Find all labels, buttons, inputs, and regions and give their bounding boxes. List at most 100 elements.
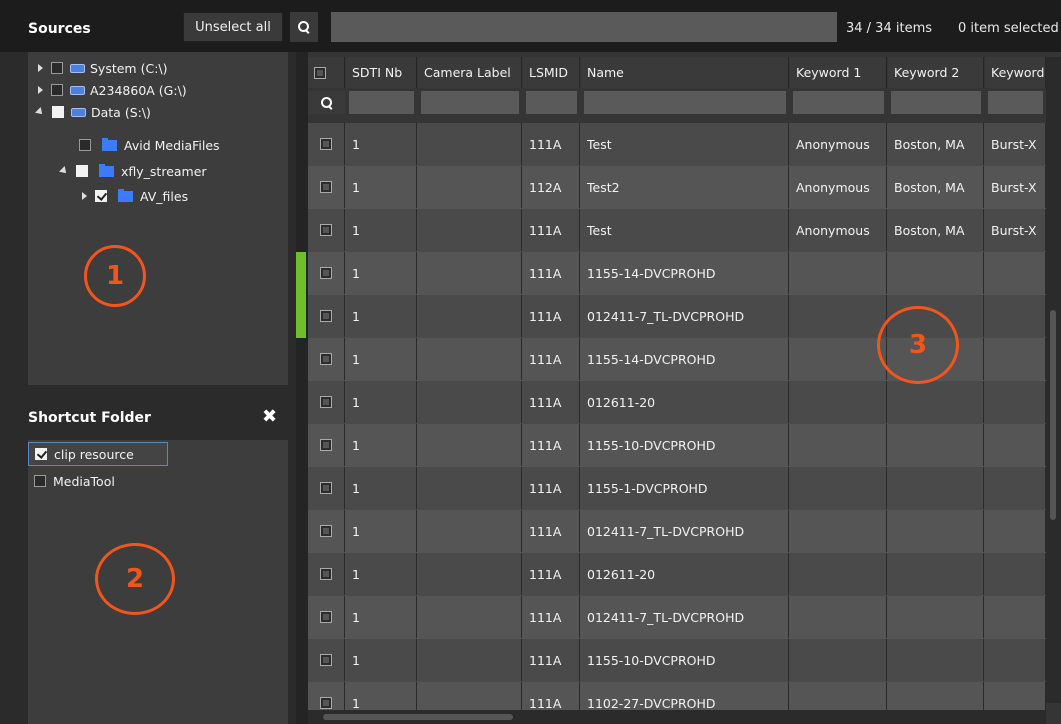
row-checkbox[interactable] (320, 138, 332, 150)
cell-keyword-1 (790, 596, 887, 638)
table-row[interactable]: 1 111A 012411-7_TL-DVCPROHD (308, 596, 1046, 639)
cell-sdti-nb: 1 (346, 510, 417, 552)
row-checkbox[interactable] (320, 353, 332, 365)
expand-arrow-icon[interactable] (82, 192, 87, 200)
close-icon[interactable]: ✖ (262, 406, 277, 427)
tree-item-label: A234860A (G:\) (90, 82, 187, 98)
row-checkbox[interactable] (320, 310, 332, 322)
row-checkbox-cell[interactable] (308, 596, 345, 638)
tree-item-a234860a[interactable]: A234860A (G:\) (38, 80, 187, 100)
filter-keyword-1[interactable] (793, 91, 884, 114)
row-checkbox-cell[interactable] (308, 166, 345, 208)
row-checkbox[interactable] (320, 611, 332, 623)
cell-keyword-2 (888, 553, 984, 595)
column-header-keyword-3[interactable]: Keyword (985, 57, 1046, 88)
column-header-sdti-nb[interactable]: SDTI Nb (346, 57, 417, 88)
row-checkbox-cell[interactable] (308, 338, 345, 380)
tree-checkbox[interactable] (52, 106, 64, 118)
row-checkbox-cell[interactable] (308, 424, 345, 466)
cell-keyword-1 (790, 553, 887, 595)
row-checkbox[interactable] (320, 224, 332, 236)
tree-item-avid-mediafiles[interactable]: Avid MediaFiles (79, 135, 220, 155)
row-checkbox[interactable] (320, 267, 332, 279)
filter-name[interactable] (584, 91, 786, 114)
column-header-keyword-2[interactable]: Keyword 2 (888, 57, 984, 88)
collapse-arrow-icon[interactable] (59, 166, 69, 176)
row-checkbox-cell[interactable] (308, 381, 345, 423)
table-row[interactable]: 1 111A Test Anonymous Boston, MA Burst-X (308, 209, 1046, 252)
expand-arrow-icon[interactable] (38, 86, 43, 94)
sources-title: Sources (28, 21, 91, 37)
column-header-keyword-1[interactable]: Keyword 1 (790, 57, 887, 88)
filter-lsmid[interactable] (526, 91, 577, 114)
cell-keyword-2 (888, 467, 984, 509)
cell-lsmid: 111A (523, 553, 580, 595)
row-checkbox-cell[interactable] (308, 510, 345, 552)
unselect-all-button[interactable]: Unselect all (183, 12, 283, 42)
filter-camera-label[interactable] (421, 91, 519, 114)
shortcut-checkbox-checked[interactable] (35, 448, 47, 460)
tree-checkbox[interactable] (51, 62, 63, 74)
row-checkbox-cell[interactable] (308, 639, 345, 681)
cell-keyword-1: Anonymous (790, 166, 887, 208)
cell-name: Test (581, 123, 789, 165)
select-all-header[interactable] (308, 57, 345, 88)
tree-item-system[interactable]: System (C:\) (38, 58, 168, 78)
filter-search-button[interactable] (308, 91, 345, 114)
table-row[interactable]: 1 111A 012411-7_TL-DVCPROHD (308, 510, 1046, 553)
row-checkbox-cell[interactable] (308, 295, 345, 337)
tree-checkbox[interactable] (76, 165, 88, 177)
tree-item-av-files[interactable]: AV_files (82, 186, 188, 206)
expand-arrow-icon[interactable] (38, 64, 43, 72)
search-button[interactable] (290, 12, 318, 42)
row-checkbox[interactable] (320, 482, 332, 494)
tree-checkbox[interactable] (51, 84, 63, 96)
cell-keyword-3 (985, 381, 1046, 423)
row-checkbox-cell[interactable] (308, 553, 345, 595)
shortcut-item-clip-resource[interactable]: clip resource (28, 442, 168, 466)
filter-keyword-3[interactable] (988, 91, 1043, 114)
cell-keyword-2 (888, 596, 984, 638)
tree-checkbox-checked[interactable] (95, 190, 107, 202)
search-input[interactable] (331, 12, 837, 42)
table-row[interactable]: 1 111A 012611-20 (308, 553, 1046, 596)
row-checkbox[interactable] (320, 654, 332, 666)
tree-checkbox[interactable] (79, 139, 91, 151)
callout-badge-3: 3 (877, 306, 959, 384)
column-header-camera-label[interactable]: Camera Label (418, 57, 522, 88)
cell-camera-label (418, 553, 522, 595)
cell-lsmid: 111A (523, 467, 580, 509)
row-checkbox[interactable] (320, 181, 332, 193)
column-header-lsmid[interactable]: LSMID (523, 57, 580, 88)
row-checkbox[interactable] (320, 439, 332, 451)
row-checkbox[interactable] (320, 396, 332, 408)
table-row[interactable]: 1 111A 1155-1-DVCPROHD (308, 467, 1046, 510)
column-header-name[interactable]: Name (581, 57, 789, 88)
horizontal-scroll-thumb[interactable] (323, 714, 513, 720)
table-row[interactable]: 1 111A 012611-20 (308, 381, 1046, 424)
table-row[interactable]: 1 111A 1155-10-DVCPROHD (308, 424, 1046, 467)
vertical-scroll-thumb[interactable] (1050, 310, 1056, 520)
row-checkbox-cell[interactable] (308, 123, 345, 165)
filter-keyword-2[interactable] (891, 91, 981, 114)
shortcut-checkbox[interactable] (34, 475, 46, 487)
table-row[interactable]: 1 112A Test2 Anonymous Boston, MA Burst-X (308, 166, 1046, 209)
row-checkbox-cell[interactable] (308, 467, 345, 509)
collapse-arrow-icon[interactable] (35, 107, 45, 117)
tree-item-data[interactable]: Data (S:\) (35, 102, 151, 122)
table-row[interactable]: 1 111A 1155-10-DVCPROHD (308, 639, 1046, 682)
cell-keyword-3 (985, 596, 1046, 638)
table-row[interactable]: 1 111A 1155-14-DVCPROHD (308, 252, 1046, 295)
select-all-checkbox[interactable] (314, 66, 326, 79)
tree-item-xfly-streamer[interactable]: xfly_streamer (59, 161, 207, 181)
filter-sdti-nb[interactable] (349, 91, 414, 114)
cell-camera-label (418, 510, 522, 552)
table-row[interactable]: 1 111A Test Anonymous Boston, MA Burst-X (308, 123, 1046, 166)
row-checkbox[interactable] (320, 697, 332, 709)
row-checkbox[interactable] (320, 568, 332, 580)
cell-keyword-3 (985, 510, 1046, 552)
row-checkbox-cell[interactable] (308, 252, 345, 294)
shortcut-item-mediatool[interactable]: MediaTool (28, 469, 115, 493)
row-checkbox-cell[interactable] (308, 209, 345, 251)
row-checkbox[interactable] (320, 525, 332, 537)
